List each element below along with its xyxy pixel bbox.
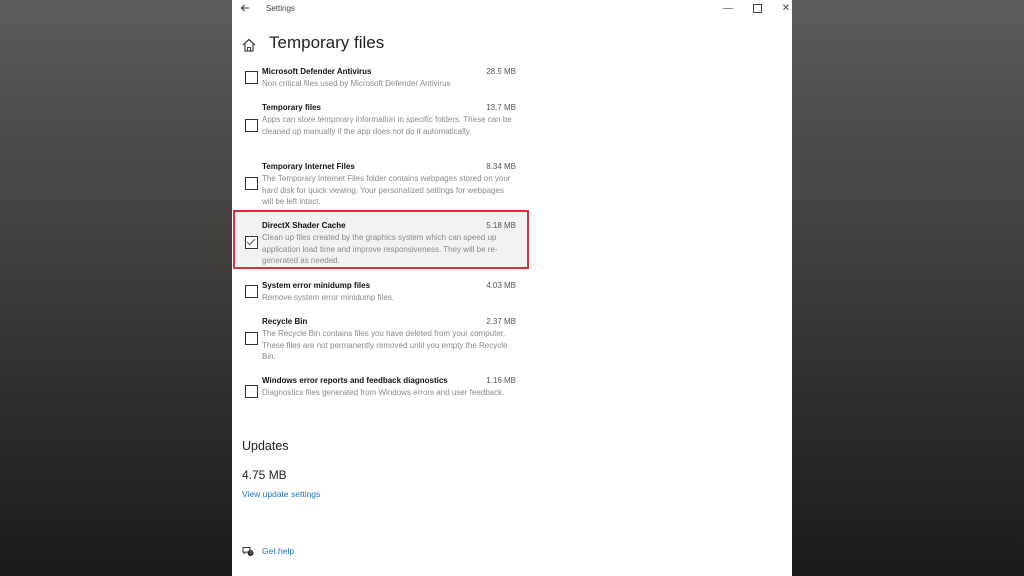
close-button[interactable]: ✕: [776, 1, 792, 17]
item-name: Windows error reports and feedback diagn…: [262, 376, 448, 385]
item-name: System error minidump files: [262, 281, 371, 290]
item-description: The Temporary Internet Files folder cont…: [262, 174, 511, 206]
settings-window: Settings — ✕ Temporary files Microsoft D…: [232, 0, 792, 576]
checkbox-recycle-bin[interactable]: [245, 332, 258, 345]
checkbox-system-error-minidump[interactable]: [245, 285, 258, 298]
minimize-button[interactable]: —: [718, 1, 738, 17]
item-name: Recycle Bin: [262, 317, 308, 326]
item-name: DirectX Shader Cache: [262, 221, 346, 230]
updates-size: 4.75 MB: [242, 468, 287, 482]
maximize-button[interactable]: [747, 1, 767, 17]
updates-heading: Updates: [242, 439, 289, 453]
item-size: 13.7 MB: [486, 103, 516, 112]
item-size: 4.03 MB: [486, 281, 516, 290]
title-bar: Settings — ✕: [232, 0, 792, 18]
item-size: 8.34 MB: [486, 162, 516, 171]
item-size: 2.37 MB: [486, 317, 516, 326]
checkbox-temporary-files[interactable]: [245, 119, 258, 132]
item-description: Non critical files used by Microsoft Def…: [262, 79, 451, 88]
item-size: 28.5 MB: [486, 67, 516, 76]
checkbox-defender[interactable]: [245, 71, 258, 84]
item-name: Microsoft Defender Antivirus: [262, 67, 372, 76]
page-title: Temporary files: [269, 33, 385, 52]
back-arrow-icon: [240, 4, 249, 12]
app-title: Settings: [266, 4, 295, 13]
item-description: The Recycle Bin contains files you have …: [262, 329, 508, 361]
help-chat-icon: ?: [242, 547, 254, 556]
item-size: 5.18 MB: [486, 221, 516, 230]
checkbox-temporary-internet-files[interactable]: [245, 177, 258, 190]
item-name: Temporary files: [262, 103, 321, 112]
home-icon[interactable]: [241, 37, 257, 53]
item-description: Clean up files created by the graphics s…: [262, 233, 498, 265]
item-description: Apps can store temporary information in …: [262, 115, 512, 136]
back-button[interactable]: [237, 1, 253, 17]
item-size: 1.16 MB: [486, 376, 516, 385]
checkbox-windows-error-reports[interactable]: [245, 385, 258, 398]
maximize-icon: [752, 3, 762, 13]
get-help-label: Get help: [262, 546, 295, 556]
item-description: Diagnostics files generated from Windows…: [262, 388, 505, 397]
view-update-settings-link[interactable]: View update settings: [242, 489, 320, 499]
item-description: Remove system error minidump files.: [262, 293, 395, 302]
item-name: Temporary Internet Files: [262, 162, 355, 171]
checkbox-directx-shader-cache[interactable]: [245, 236, 258, 249]
